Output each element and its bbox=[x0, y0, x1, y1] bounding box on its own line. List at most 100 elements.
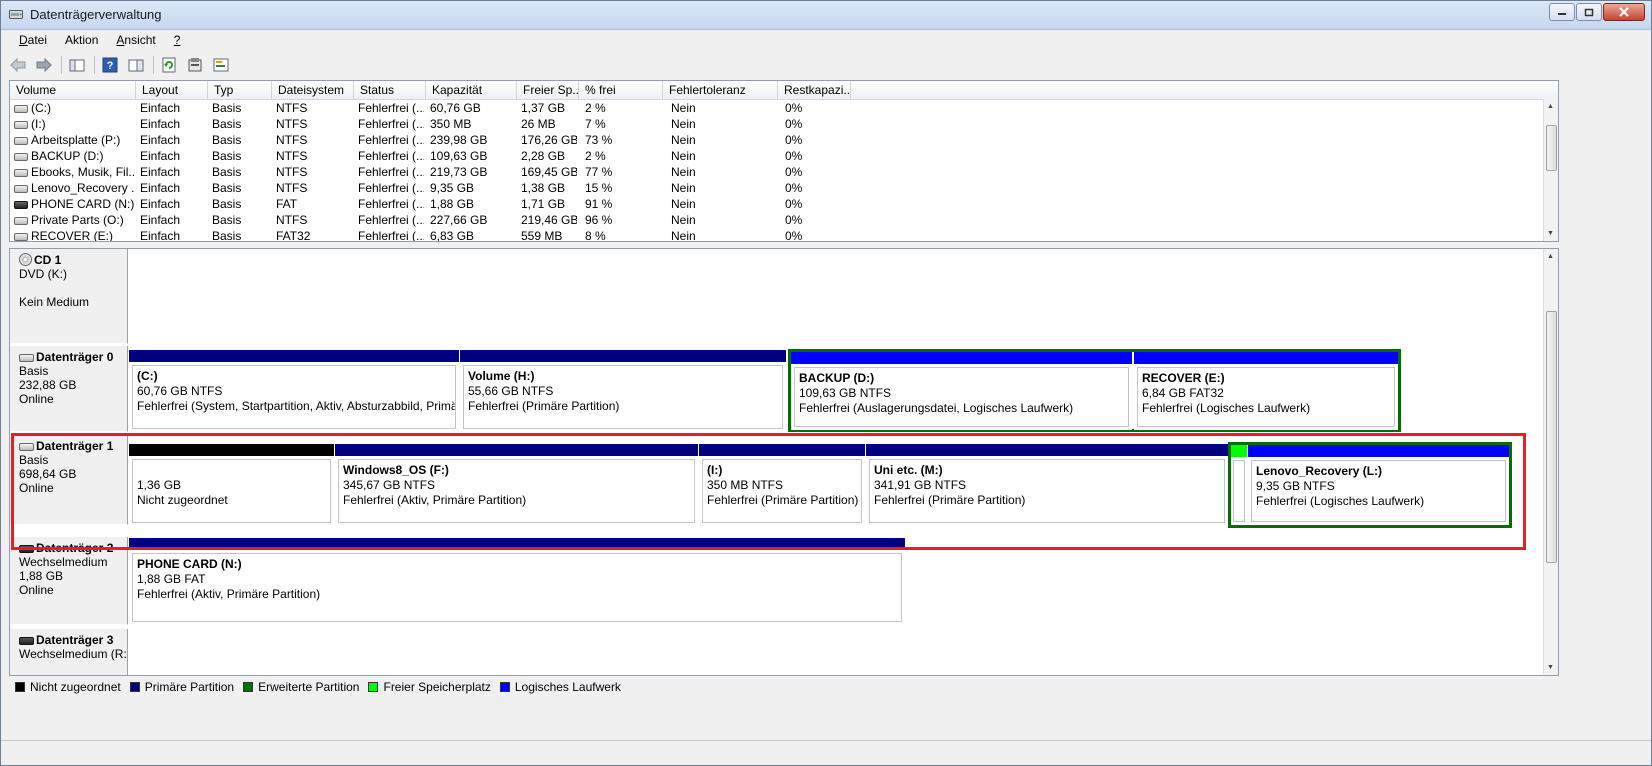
column-header-layout[interactable]: Layout bbox=[136, 81, 208, 99]
scrollbar-thumb[interactable] bbox=[1546, 125, 1557, 171]
back-button[interactable] bbox=[9, 56, 27, 74]
disk-management-app-icon bbox=[9, 10, 23, 19]
table-cell-status: Fehlerfrei (... bbox=[358, 101, 424, 115]
table-cell-rest: 0% bbox=[785, 213, 803, 227]
drive-icon bbox=[14, 121, 28, 129]
partition-h[interactable]: Volume (H:) 55,66 GB NTFS Fehlerfrei (Pr… bbox=[460, 350, 786, 432]
table-cell-cap: 227,66 GB bbox=[430, 213, 488, 227]
table-cell-free: 219,46 GB bbox=[521, 213, 577, 227]
table-cell-typ: Basis bbox=[212, 197, 242, 211]
partition-free-space[interactable] bbox=[1231, 445, 1247, 525]
partition-i[interactable]: (I:) 350 MB NTFS Fehlerfrei (Primäre Par… bbox=[699, 444, 865, 526]
scroll-up-icon[interactable]: ▲ bbox=[1547, 253, 1554, 260]
table-cell-status: Fehlerfrei (... bbox=[358, 133, 424, 147]
partition-n[interactable]: PHONE CARD (N:) 1,88 GB FAT Fehlerfrei (… bbox=[129, 538, 905, 625]
table-cell-free: 1,37 GB bbox=[521, 101, 566, 115]
column-header-freier-speicher[interactable]: Freier Sp... bbox=[517, 81, 579, 99]
disk-label-cd1[interactable]: CD 1 DVD (K:) Kein Medium bbox=[10, 249, 128, 344]
help-button[interactable]: ? bbox=[101, 56, 119, 74]
minimize-button[interactable] bbox=[1549, 3, 1575, 21]
partition-unallocated[interactable]: 1,36 GB Nicht zugeordnet bbox=[129, 444, 334, 526]
table-cell-cap: 9,35 GB bbox=[430, 181, 475, 195]
table-row[interactable]: Ebooks, Musik, Fil... Einfach Basis NTFS Feh… bbox=[10, 164, 1540, 180]
back-arrow-icon bbox=[10, 58, 26, 72]
disk-label-disk2[interactable]: Datenträger 2 Wechselmedium 1,88 GB Onli… bbox=[10, 537, 128, 625]
menu-datei[interactable]: Datei bbox=[9, 31, 55, 51]
close-icon bbox=[1619, 7, 1629, 17]
column-header-fehlertoleranz[interactable]: Fehlertoleranz bbox=[663, 81, 778, 99]
column-header-prozent-frei[interactable]: % frei bbox=[579, 81, 663, 99]
toolbar-separator bbox=[61, 56, 62, 74]
partition-d[interactable]: BACKUP (D:) 109,63 GB NTFS Fehlerfrei (A… bbox=[791, 352, 1132, 430]
disk-area-cd1 bbox=[128, 249, 1544, 344]
close-button[interactable] bbox=[1603, 3, 1645, 21]
table-row[interactable]: (C:) Einfach Basis NTFS Fehlerfrei (... 60,76… bbox=[10, 100, 1540, 116]
console-tree-button[interactable] bbox=[68, 56, 86, 74]
maximize-button[interactable] bbox=[1576, 3, 1602, 21]
partition-bar bbox=[129, 350, 459, 362]
column-header-kapazitaet[interactable]: Kapazität bbox=[426, 81, 517, 99]
scroll-up-icon[interactable]: ▲ bbox=[1547, 103, 1554, 110]
table-cell-status: Fehlerfrei (... bbox=[358, 165, 424, 179]
scrollbar-thumb[interactable] bbox=[1546, 311, 1557, 563]
table-row[interactable]: (I:) Einfach Basis NTFS Fehlerfrei (... 350 M… bbox=[10, 116, 1540, 132]
table-cell-status: Fehlerfrei (... bbox=[358, 197, 424, 211]
disk-view-scrollbar[interactable]: ▲ ▼ bbox=[1543, 249, 1558, 675]
scroll-down-icon[interactable]: ▼ bbox=[1547, 664, 1554, 671]
table-cell-free: 169,45 GB bbox=[521, 165, 577, 179]
table-cell-pct: 73 % bbox=[585, 133, 613, 147]
table-cell-ft: Nein bbox=[671, 213, 696, 227]
settings-button[interactable] bbox=[212, 56, 230, 74]
title-bar[interactable]: Datenträgerverwaltung bbox=[1, 1, 1651, 30]
drive-icon bbox=[14, 169, 28, 177]
table-row[interactable]: Arbeitsplatte (P:) Einfach Basis NTFS Fehler… bbox=[10, 132, 1540, 148]
disk-management-window: Datenträgerverwaltung Datei Aktion Ansic… bbox=[0, 0, 1652, 766]
column-header-dateisystem[interactable]: Dateisystem bbox=[272, 81, 354, 99]
partition-c[interactable]: (C:) 60,76 GB NTFS Fehlerfrei (System, S… bbox=[129, 350, 459, 432]
table-cell-typ: Basis bbox=[212, 149, 242, 163]
removable-disk-icon bbox=[19, 545, 34, 553]
legend-swatch-free bbox=[368, 682, 379, 692]
table-row[interactable]: BACKUP (D:) Einfach Basis NTFS Fehlerfrei (.… bbox=[10, 148, 1540, 164]
menu-ansicht[interactable]: Ansicht bbox=[106, 31, 163, 51]
partition-e[interactable]: RECOVER (E:) 6,84 GB FAT32 Fehlerfrei (L… bbox=[1134, 352, 1398, 430]
table-cell-pct: 2 % bbox=[585, 101, 606, 115]
partition-l[interactable]: Lenovo_Recovery (L:) 9,35 GB NTFS Fehler… bbox=[1248, 445, 1509, 525]
disk-label-disk1[interactable]: Datenträger 1 Basis 698,64 GB Online bbox=[10, 435, 128, 525]
properties-button[interactable] bbox=[186, 56, 204, 74]
status-bar bbox=[1, 740, 1651, 765]
table-row[interactable]: RECOVER (E:) Einfach Basis FAT32 Fehlerfrei … bbox=[10, 228, 1540, 242]
table-row[interactable]: Lenovo_Recovery ... Einfach Basis NTFS Fehle… bbox=[10, 180, 1540, 196]
disk-label-disk0[interactable]: Datenträger 0 Basis 232,88 GB Online bbox=[10, 346, 128, 432]
table-cell-free: 176,26 GB bbox=[521, 133, 577, 147]
details-pane-button[interactable] bbox=[127, 56, 145, 74]
table-row[interactable]: PHONE CARD (N:) Einfach Basis FAT Fehlerfrei… bbox=[10, 196, 1540, 212]
partition-f[interactable]: Windows8_OS (F:) 345,67 GB NTFS Fehlerfr… bbox=[335, 444, 698, 526]
column-header-typ[interactable]: Typ bbox=[208, 81, 272, 99]
table-cell-free: 559 MB bbox=[521, 229, 563, 242]
column-header-status[interactable]: Status bbox=[354, 81, 426, 99]
svg-text:?: ? bbox=[107, 60, 114, 72]
refresh-button[interactable] bbox=[160, 56, 178, 74]
forward-button[interactable] bbox=[35, 56, 53, 74]
table-cell-fs: NTFS bbox=[276, 181, 308, 195]
table-row[interactable]: Private Parts (O:) Einfach Basis NTFS Fehler… bbox=[10, 212, 1540, 228]
partition-bar bbox=[1248, 445, 1509, 457]
table-cell-layout: Einfach bbox=[140, 117, 181, 131]
table-cell-pct: 91 % bbox=[585, 197, 613, 211]
maximize-icon bbox=[1584, 8, 1594, 16]
partition-bar bbox=[335, 444, 698, 456]
toolbar-separator bbox=[94, 56, 95, 74]
menu-help[interactable]: ? bbox=[164, 31, 189, 51]
menu-aktion[interactable]: Aktion bbox=[55, 31, 106, 51]
table-cell-layout: Einfach bbox=[140, 197, 181, 211]
scroll-down-icon[interactable]: ▼ bbox=[1547, 230, 1554, 237]
column-header-restkapazitaet[interactable]: Restkapazi... bbox=[778, 81, 851, 99]
volume-list-scrollbar[interactable]: ▲ ▼ bbox=[1543, 99, 1558, 241]
legend-swatch-extended bbox=[243, 682, 254, 692]
table-cell-pct: 2 % bbox=[585, 149, 606, 163]
disk-label-disk3[interactable]: Datenträger 3 Wechselmedium (R: bbox=[10, 629, 128, 675]
column-header-volume[interactable]: Volume bbox=[10, 81, 136, 99]
partition-m[interactable]: Uni etc. (M:) 341,91 GB NTFS Fehlerfrei … bbox=[866, 444, 1228, 526]
forward-arrow-icon bbox=[36, 58, 52, 72]
